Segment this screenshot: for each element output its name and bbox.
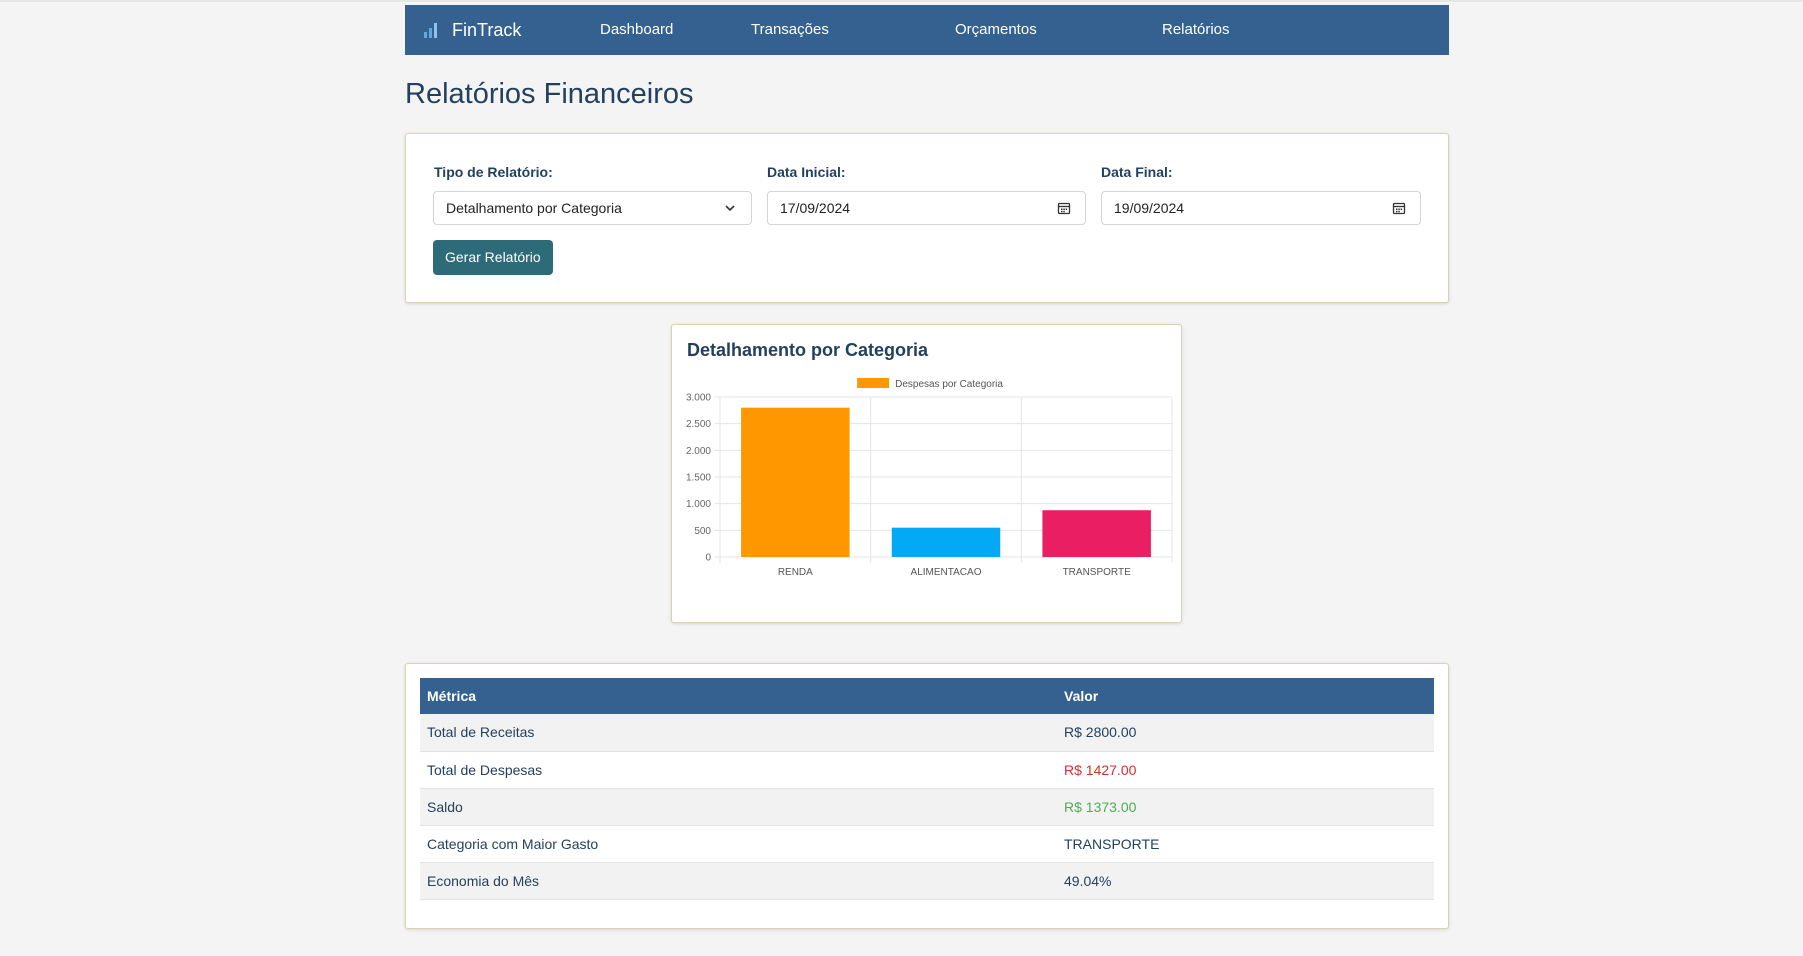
table-row: Total de Receitas R$ 2800.00 [420,714,1434,752]
metrics-table-card: Métrica Valor Total de Receitas R$ 2800.… [405,663,1449,929]
category-chart-card: Detalhamento por Categoria 0 500 1.000 1.50… [671,324,1182,623]
legend-label: Despesas por Categoria [895,379,1003,390]
value-cell: R$ 1427.00 [1057,751,1434,789]
header-metric: Métrica [420,678,1057,714]
x-tick-label: TRANSPORTE [1063,567,1131,578]
metric-cell: Total de Despesas [420,751,1057,789]
table-header-row: Métrica Valor [420,678,1434,714]
y-tick-label: 2.000 [686,446,711,457]
table-row: Saldo R$ 1373.00 [420,788,1434,826]
y-tick-label: 1.500 [686,473,711,484]
value-cell: TRANSPORTE [1057,825,1434,863]
report-type-label: Tipo de Relatório: [434,164,553,180]
report-filters-card: Tipo de Relatório: Detalhamento por Cate… [405,133,1449,303]
y-tick-label: 500 [694,526,711,537]
table-row: Economia do Mês 49.04% [420,862,1434,900]
x-tick-label: ALIMENTACAO [911,567,982,578]
chart-logo-icon [424,23,437,38]
bar-renda [741,407,850,557]
start-date-input[interactable]: 17/09/2024 [767,191,1086,225]
metrics-table: Métrica Valor Total de Receitas R$ 2800.… [420,678,1434,900]
header-value: Valor [1057,678,1434,714]
value-cell: R$ 2800.00 [1057,714,1434,752]
top-navbar: FinTrack Dashboard Transações Orçamentos… [405,5,1449,55]
page-title: Relatórios Financeiros [405,78,694,110]
y-tick-label: 1.000 [686,499,711,510]
end-date-label: Data Final: [1101,164,1173,180]
table-row: Total de Despesas R$ 1427.00 [420,751,1434,789]
y-tick-label: 2.500 [686,419,711,430]
end-date-value: 19/09/2024 [1114,200,1185,216]
value-cell: 49.04% [1057,862,1434,900]
calendar-icon[interactable] [1057,201,1071,215]
metric-cell: Categoria com Maior Gasto [420,825,1057,863]
metric-cell: Total de Receitas [420,714,1057,752]
nav-transacoes[interactable]: Transações [751,5,829,55]
start-date-value: 17/09/2024 [780,200,851,216]
nav-relatorios[interactable]: Relatórios [1162,5,1230,55]
metric-cell: Economia do Mês [420,862,1057,900]
bar-transporte [1042,510,1151,557]
report-type-value: Detalhamento por Categoria [446,200,622,216]
report-type-select[interactable]: Detalhamento por Categoria [433,191,752,225]
x-tick-label: RENDA [778,567,813,578]
y-tick-label: 3.000 [686,393,711,404]
metric-cell: Saldo [420,788,1057,826]
table-row: Categoria com Maior Gasto TRANSPORTE [420,825,1434,863]
generate-report-button[interactable]: Gerar Relatório [433,240,553,275]
nav-orcamentos[interactable]: Orçamentos [955,5,1037,55]
brand[interactable]: FinTrack [422,5,521,55]
start-date-label: Data Inicial: [767,164,846,180]
top-border [0,0,1803,2]
nav-dashboard[interactable]: Dashboard [600,5,673,55]
calendar-icon[interactable] [1392,201,1406,215]
legend-swatch [857,378,890,388]
brand-name: FinTrack [452,19,522,40]
bar-alimentacao [891,527,1001,557]
end-date-input[interactable]: 19/09/2024 [1101,191,1421,225]
chevron-down-icon [725,205,735,212]
bar-chart: 0 500 1.000 1.500 2.000 2.500 3.000 RENDA ALIMEN… [686,378,1173,578]
value-cell: R$ 1373.00 [1057,788,1434,826]
y-tick-label: 0 [705,553,711,564]
